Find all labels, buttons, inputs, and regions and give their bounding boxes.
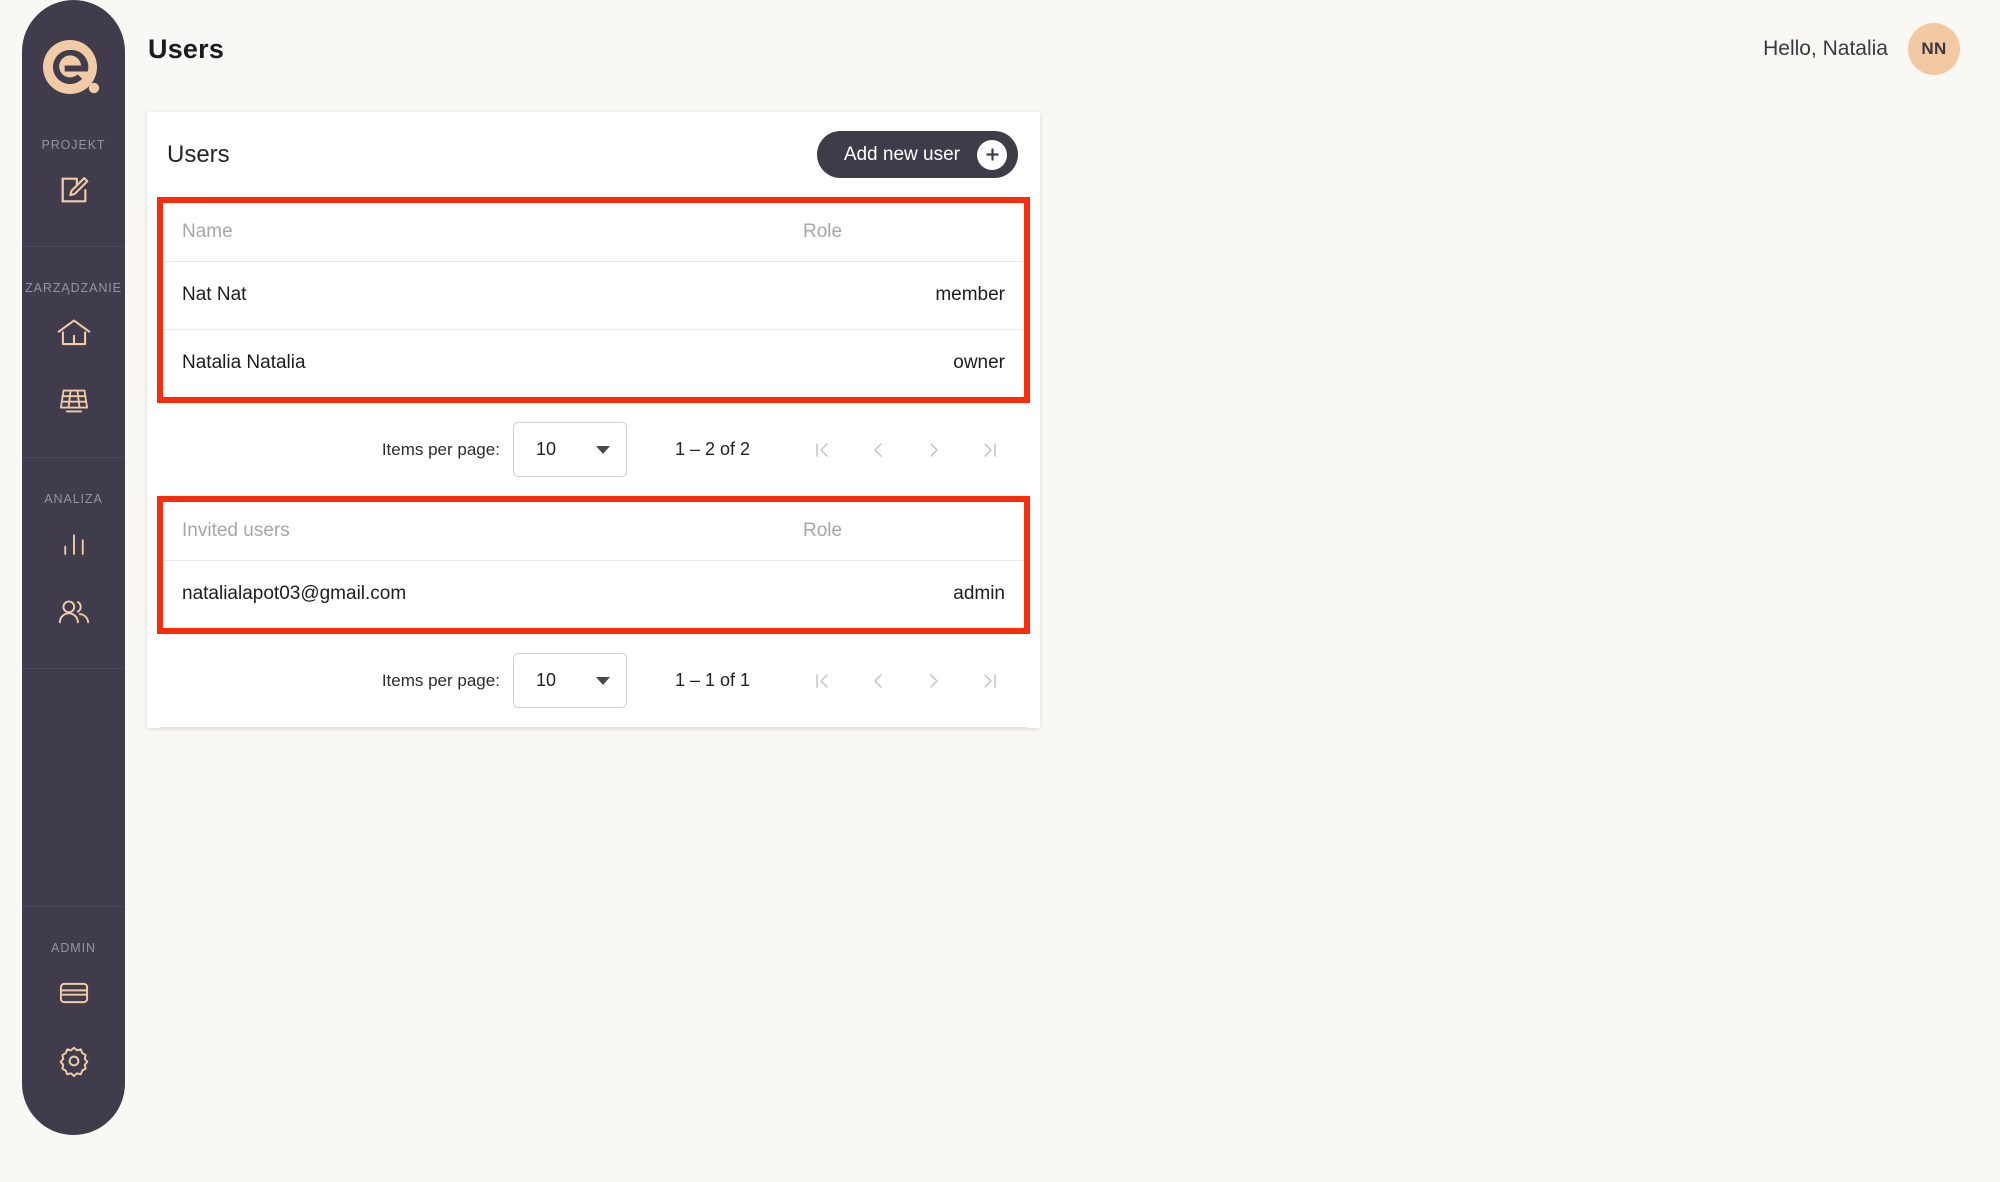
sidebar-section-label: ADMIN — [51, 941, 96, 955]
sidebar-section-label: ANALIZA — [44, 492, 103, 506]
invited-users-table-head: Invited users Role — [163, 502, 1024, 561]
cell-email: natalialapot03@gmail.com — [182, 583, 407, 605]
chevron-down-icon — [595, 445, 610, 454]
users-table: Name Role Nat Nat member Natalia Natalia… — [163, 203, 1024, 397]
last-page-icon — [984, 673, 996, 688]
items-per-page-label: Items per page: — [381, 670, 500, 690]
sidebar-section-label: ZARZĄDZANIE — [25, 281, 122, 295]
sidebar-item-users[interactable] — [22, 578, 125, 646]
table-header-row: Name Role — [163, 203, 1024, 262]
app-logo[interactable] — [41, 38, 107, 104]
table-row[interactable]: natalialapot03@gmail.com admin — [163, 560, 1024, 628]
logo-e-icon — [42, 40, 99, 94]
invited-users-table: Invited users Role natalialapot03@gmail.… — [163, 502, 1024, 628]
chevron-right-icon — [930, 442, 938, 457]
users-card: Users Add new user Name Role Nat Nat mem… — [147, 112, 1040, 728]
chevron-right-icon — [930, 673, 938, 688]
last-page-icon — [984, 442, 996, 457]
table-row[interactable]: Natalia Natalia owner — [163, 329, 1024, 397]
sidebar-spacer — [22, 668, 125, 906]
chevron-left-icon — [874, 673, 882, 688]
sidebar-item-panels[interactable] — [22, 367, 125, 435]
first-page-icon — [816, 442, 828, 457]
gear-icon — [59, 1046, 88, 1078]
first-page-button[interactable] — [794, 422, 850, 478]
invited-users-paginator: Items per page: 10 1 – 1 of 1 — [147, 634, 1040, 727]
column-header-role[interactable]: Role — [784, 203, 1024, 262]
edit-document-icon — [61, 177, 88, 203]
chevron-left-icon — [874, 442, 882, 457]
items-per-page-value: 10 — [535, 670, 556, 690]
table-header-row: Invited users Role — [163, 502, 1024, 561]
next-page-button[interactable] — [906, 653, 962, 709]
last-page-button[interactable] — [962, 653, 1018, 709]
page-range-label: 1 – 2 of 2 — [674, 439, 750, 459]
users-table-highlight: Name Role Nat Nat member Natalia Natalia… — [157, 197, 1030, 403]
items-per-page-label: Items per page: — [381, 439, 500, 459]
sidebar-section-projekt: PROJEKT — [22, 104, 125, 246]
first-page-button[interactable] — [794, 653, 850, 709]
users-table-body: Nat Nat member Natalia Natalia owner — [163, 261, 1024, 397]
greeting-text: Hello, Natalia — [1763, 37, 1888, 60]
sidebar-section-zarzadzanie: ZARZĄDZANIE — [22, 246, 125, 457]
bar-chart-icon — [63, 534, 84, 555]
sidebar-section-admin: ADMIN — [22, 906, 125, 1135]
home-icon — [57, 319, 90, 346]
invited-users-table-highlight: Invited users Role natalialapot03@gmail.… — [157, 496, 1030, 634]
items-per-page-select[interactable]: 10 — [512, 653, 627, 708]
invited-users-table-body: natalialapot03@gmail.com admin — [163, 560, 1024, 628]
sidebar: PROJEKT ZARZĄDZANIE ANALIZA ADMIN — [22, 0, 125, 1135]
cell-name: Natalia Natalia — [182, 352, 306, 374]
users-paginator: Items per page: 10 1 – 2 of 2 — [147, 403, 1040, 496]
cell-name: Nat Nat — [163, 261, 784, 330]
page-range-label: 1 – 1 of 1 — [674, 670, 750, 690]
cell-role: owner — [953, 352, 1005, 374]
sidebar-section-label: PROJEKT — [41, 138, 106, 152]
column-header-role[interactable]: Role — [784, 502, 1024, 561]
add-user-button-label: Add new user — [843, 143, 960, 165]
solar-panel-icon — [59, 389, 88, 413]
plus-icon — [977, 139, 1007, 170]
cell-role: admin — [953, 583, 1005, 605]
users-table-head: Name Role — [163, 203, 1024, 262]
next-page-button[interactable] — [906, 422, 962, 478]
last-page-button[interactable] — [962, 422, 1018, 478]
table-row[interactable]: Nat Nat member — [163, 261, 1024, 330]
first-page-icon — [816, 673, 828, 688]
sidebar-item-home[interactable] — [22, 299, 125, 367]
column-header-name[interactable]: Name — [163, 203, 784, 262]
card-title: Users — [167, 140, 230, 168]
top-bar: Users Hello, Natalia NN — [103, 0, 2000, 98]
items-per-page-select[interactable]: 10 — [512, 422, 627, 477]
items-per-page-value: 10 — [535, 439, 556, 459]
page-title: Users — [148, 33, 225, 64]
sidebar-item-projekt-edit[interactable] — [22, 156, 125, 224]
card-bottom-divider — [160, 727, 1027, 728]
column-header-invited-users[interactable]: Invited users — [163, 502, 784, 561]
credit-card-icon — [59, 982, 88, 1004]
card-header: Users Add new user — [147, 112, 1040, 197]
sidebar-section-analiza: ANALIZA — [22, 457, 125, 668]
user-area[interactable]: Hello, Natalia NN — [1763, 23, 1960, 75]
add-user-button[interactable]: Add new user — [816, 131, 1018, 178]
cell-role: member — [784, 261, 1024, 330]
users-icon — [58, 600, 89, 624]
previous-page-button[interactable] — [850, 653, 906, 709]
chevron-down-icon — [595, 676, 610, 685]
previous-page-button[interactable] — [850, 422, 906, 478]
sidebar-item-analytics[interactable] — [22, 510, 125, 578]
avatar[interactable]: NN — [1908, 23, 1960, 75]
sidebar-item-settings[interactable] — [22, 1027, 125, 1095]
sidebar-item-billing[interactable] — [22, 959, 125, 1027]
